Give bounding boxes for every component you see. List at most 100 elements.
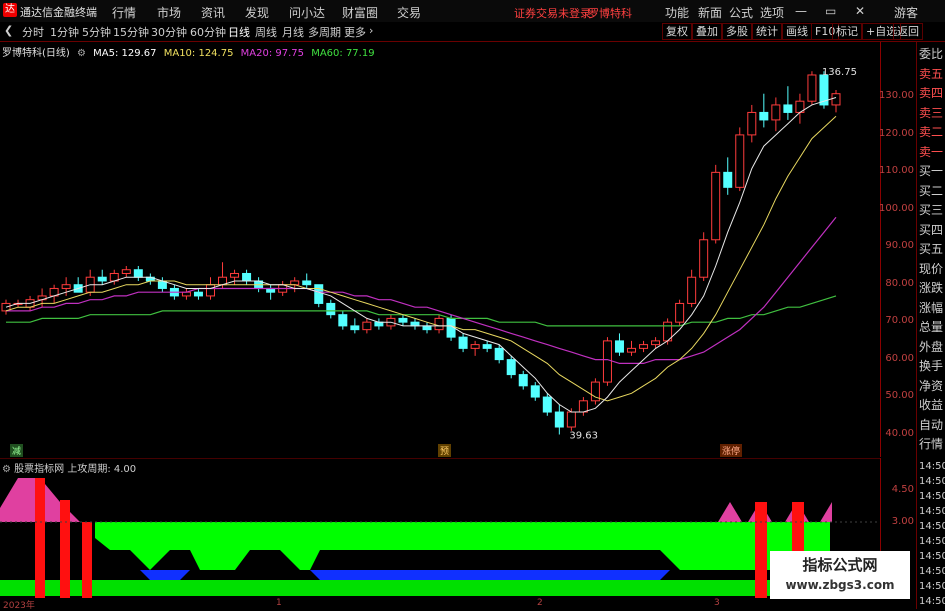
minimize-button[interactable]: — — [795, 4, 807, 18]
restore-rights-button[interactable]: 复权 — [662, 23, 692, 40]
period-tab-timeshare[interactable]: 分时 — [22, 24, 44, 40]
candle-body[interactable] — [639, 344, 649, 349]
candle-body[interactable] — [771, 104, 781, 121]
marker-right[interactable]: 涨停 — [720, 444, 743, 457]
quote-panel-item[interactable]: 买一 — [919, 165, 943, 178]
candle-body[interactable] — [133, 269, 143, 278]
candle-body[interactable] — [374, 321, 384, 327]
period-tab-weekly[interactable]: 周线 — [255, 24, 277, 40]
candle-body[interactable] — [458, 336, 468, 349]
indicator-chart[interactable] — [0, 458, 880, 598]
menu-item-new-page[interactable]: 新面 — [698, 4, 722, 21]
quote-panel-item[interactable]: 买三 — [919, 204, 943, 217]
maximize-button[interactable]: ▭ — [825, 4, 836, 18]
quote-panel-item[interactable]: 收益 — [919, 399, 943, 412]
candle-body[interactable] — [230, 272, 240, 278]
more-arrow-icon[interactable]: › — [369, 24, 373, 37]
candle-body[interactable] — [566, 411, 576, 428]
draw-line-button[interactable]: 画线 — [782, 23, 812, 40]
marker-left[interactable]: 减 — [10, 444, 24, 457]
return-button[interactable]: 返回 — [893, 23, 923, 40]
menu-item-wealth[interactable]: 财富圈 — [342, 4, 378, 21]
candle-body[interactable] — [398, 317, 408, 323]
candle-body[interactable] — [735, 134, 745, 188]
candle-body[interactable] — [687, 276, 697, 304]
candle-body[interactable] — [699, 239, 709, 278]
multi-stock-button[interactable]: 多股 — [722, 23, 752, 40]
settings-gear-icon[interactable]: ⚙ — [77, 48, 86, 59]
menu-item-news[interactable]: 资讯 — [201, 4, 225, 21]
candle-body[interactable] — [614, 340, 624, 353]
candle-body[interactable] — [578, 400, 588, 413]
candlestick-chart[interactable]: 136.75 39.63 — [0, 42, 880, 457]
period-tab-15min[interactable]: 15分钟 — [113, 24, 149, 40]
period-tab-30min[interactable]: 30分钟 — [151, 24, 187, 40]
menu-item-trade[interactable]: 交易 — [397, 4, 421, 21]
menu-item-function[interactable]: 功能 — [665, 4, 689, 21]
candle-body[interactable] — [627, 347, 637, 353]
period-tab-1min[interactable]: 1分钟 — [50, 24, 79, 40]
candle-body[interactable] — [205, 284, 215, 297]
candle-body[interactable] — [723, 171, 733, 188]
candle-body[interactable] — [121, 269, 131, 274]
quote-panel-item[interactable]: 卖一 — [919, 145, 943, 159]
candle-body[interactable] — [302, 280, 312, 286]
candle-body[interactable] — [290, 280, 300, 286]
menu-item-assistant[interactable]: 问小达 — [289, 4, 325, 21]
period-tab-more[interactable]: 更多 — [344, 24, 366, 40]
marker-mid[interactable]: 预 — [438, 444, 452, 457]
mark-button[interactable]: 标记 — [832, 23, 862, 40]
quote-panel-item[interactable]: 卖二 — [919, 126, 943, 139]
candle-body[interactable] — [242, 272, 252, 282]
quote-panel-item[interactable]: 涨跌 — [919, 282, 943, 295]
candle-body[interactable] — [542, 396, 552, 413]
candle-body[interactable] — [494, 347, 504, 361]
quote-panel-item[interactable]: 行情 — [919, 438, 943, 451]
quote-panel-item[interactable]: 总量 — [919, 321, 943, 334]
quote-panel-item[interactable]: 自动 — [919, 418, 943, 432]
period-tab-5min[interactable]: 5分钟 — [82, 24, 111, 40]
menu-item-options[interactable]: 选项 — [760, 4, 784, 21]
user-label[interactable]: 游客 — [894, 4, 918, 21]
menu-item-markets[interactable]: 市场 — [157, 4, 181, 21]
quote-panel-item[interactable]: 卖三 — [919, 106, 943, 120]
period-tab-multi[interactable]: 多周期 — [308, 24, 341, 40]
candle-body[interactable] — [759, 111, 769, 121]
close-button[interactable]: ✕ — [855, 4, 865, 18]
candle-body[interactable] — [482, 344, 492, 349]
candle-body[interactable] — [831, 93, 841, 106]
candle-body[interactable] — [410, 321, 420, 327]
candle-body[interactable] — [470, 344, 480, 349]
quote-panel-item[interactable]: 现价 — [919, 262, 943, 276]
candle-body[interactable] — [193, 291, 203, 297]
overlay-button[interactable]: 叠加 — [692, 23, 722, 40]
period-tab-daily[interactable]: 日线 — [228, 24, 250, 40]
period-tab-60min[interactable]: 60分钟 — [190, 24, 226, 40]
menu-item-discover[interactable]: 发现 — [245, 4, 269, 21]
nav-back-icon[interactable]: ❮ — [4, 24, 13, 37]
stats-button[interactable]: 统计 — [752, 23, 782, 40]
candle-body[interactable] — [506, 359, 516, 376]
quote-panel-item[interactable]: 卖五 — [919, 67, 943, 81]
candle-body[interactable] — [422, 325, 432, 331]
candle-body[interactable] — [326, 302, 336, 316]
login-warning[interactable]: 证券交易未登录 — [514, 5, 591, 21]
candle-body[interactable] — [651, 340, 661, 346]
candle-body[interactable] — [783, 104, 793, 113]
candle-body[interactable] — [314, 284, 324, 304]
quote-panel-item[interactable]: 买五 — [919, 243, 943, 256]
candle-body[interactable] — [530, 385, 540, 398]
candle-body[interactable] — [602, 340, 612, 383]
candle-body[interactable] — [350, 325, 360, 331]
quote-panel-item[interactable]: 买二 — [919, 184, 943, 198]
candle-body[interactable] — [434, 317, 444, 331]
menu-item-market[interactable]: 行情 — [112, 4, 136, 21]
menu-item-formula[interactable]: 公式 — [729, 4, 753, 21]
quote-panel-item[interactable]: 委比 — [919, 48, 943, 61]
candle-body[interactable] — [518, 374, 528, 387]
candle-body[interactable] — [711, 171, 721, 241]
quote-panel-item[interactable]: 换手 — [919, 360, 943, 373]
candle-body[interactable] — [97, 276, 107, 282]
candle-body[interactable] — [554, 411, 564, 428]
quote-panel-item[interactable]: 涨幅 — [919, 301, 943, 315]
